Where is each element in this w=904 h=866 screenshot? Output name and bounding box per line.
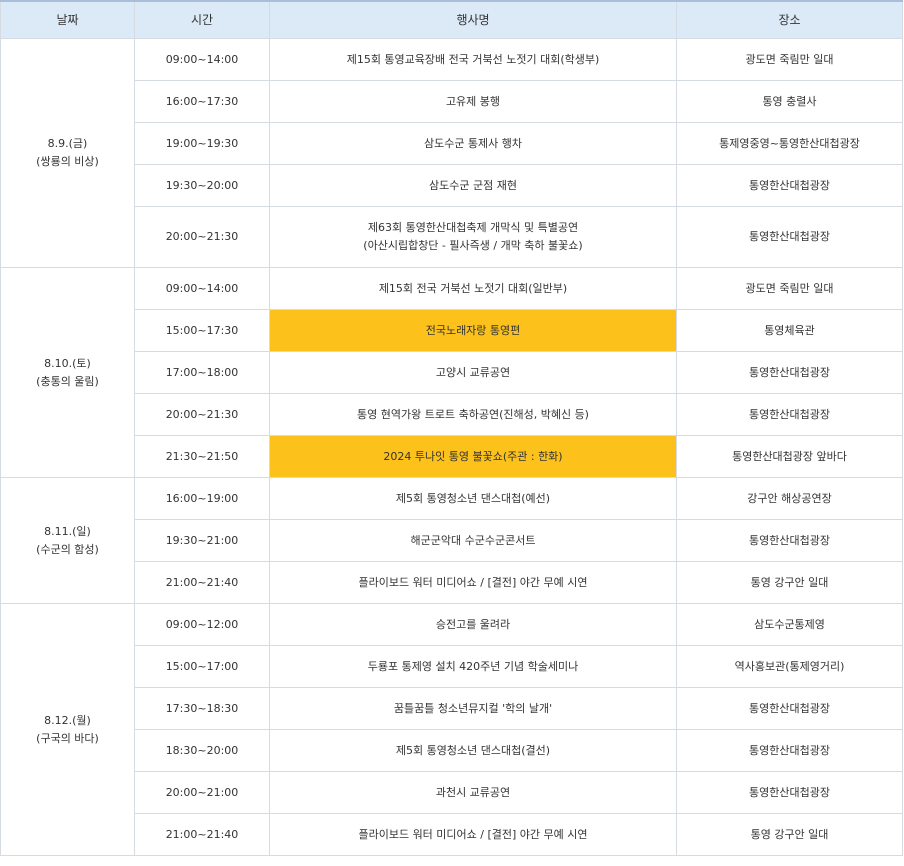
place-cell: 역사홍보관(통제영거리) [676, 645, 903, 688]
table-row: 19:30~21:00 해군군악대 수군수군콘서트 통영한산대첩광장 [1, 519, 903, 562]
event-line-1: 제63회 통영한산대첩축제 개막식 및 특별공연 [367, 221, 579, 234]
date-cell: 8.12.(월) (구국의 바다) [0, 603, 135, 856]
event-cell: 두룡포 통제영 설치 420주년 기념 학술세미나 [269, 645, 677, 688]
event-cell: 고양시 교류공연 [269, 351, 677, 394]
place-cell: 통영한산대첩광장 [676, 687, 903, 730]
time-cell: 19:30~21:00 [134, 519, 270, 562]
date-cell: 8.11.(일) (수군의 함성) [0, 477, 135, 604]
table-row: 20:00~21:00 과천시 교류공연 통영한산대첩광장 [1, 771, 903, 814]
place-cell: 통영 충렬사 [676, 80, 903, 123]
header-time: 시간 [134, 0, 270, 39]
time-cell: 20:00~21:30 [134, 206, 270, 268]
event-cell: 통영 현역가왕 트로트 축하공연(진해성, 박혜신 등) [269, 393, 677, 436]
table-row: 21:30~21:50 2024 투나잇 통영 불꽃쇼(주관 : 한화) 통영한… [1, 435, 903, 478]
table-row: 21:00~21:40 플라이보드 워터 미디어쇼 / [결전] 야간 무예 시… [1, 561, 903, 604]
table-body: 8.9.(금) (쌍룡의 비상) 09:00~14:00 제15회 통영교육장배… [0, 38, 903, 856]
place-cell: 통영 강구안 일대 [676, 813, 903, 856]
time-cell: 09:00~14:00 [134, 267, 270, 310]
table-row: 17:00~18:00 고양시 교류공연 통영한산대첩광장 [1, 351, 903, 394]
time-cell: 09:00~14:00 [134, 38, 270, 81]
time-cell: 16:00~17:30 [134, 80, 270, 123]
date-subtitle: (구국의 바다) [36, 731, 99, 745]
event-cell: 삼도수군 통제사 행차 [269, 122, 677, 165]
date-label: 8.11.(일) [44, 524, 91, 538]
time-cell: 19:00~19:30 [134, 122, 270, 165]
event-cell-highlighted: 2024 투나잇 통영 불꽃쇼(주관 : 한화) [269, 435, 677, 478]
table-row: 15:00~17:30 전국노래자랑 통영편 통영체육관 [1, 309, 903, 352]
date-cell: 8.10.(토) (충통의 울림) [0, 267, 135, 478]
place-cell: 광도면 죽림만 일대 [676, 38, 903, 81]
schedule-table: 날짜 시간 행사명 장소 8.9.(금) (쌍룡의 비상) 09:00~14:0… [0, 0, 903, 856]
place-cell: 통영체육관 [676, 309, 903, 352]
place-cell: 통영한산대첩광장 [676, 206, 903, 268]
event-cell: 제15회 전국 거북선 노젓기 대회(일반부) [269, 267, 677, 310]
table-row: 21:00~21:40 플라이보드 워터 미디어쇼 / [결전] 야간 무예 시… [1, 813, 903, 856]
table-row: 8.9.(금) (쌍룡의 비상) 09:00~14:00 제15회 통영교육장배… [0, 38, 903, 268]
table-row: 8.12.(월) (구국의 바다) 09:00~12:00 승전고를 울려라 삼… [0, 603, 903, 856]
event-cell: 고유제 봉행 [269, 80, 677, 123]
time-cell: 21:00~21:40 [134, 813, 270, 856]
table-row: 8.11.(일) (수군의 함성) 16:00~19:00 제5회 통영청소년 … [0, 477, 903, 604]
place-cell: 삼도수군통제영 [676, 603, 903, 646]
time-cell: 21:30~21:50 [134, 435, 270, 478]
event-cell: 삼도수군 군점 재현 [269, 164, 677, 207]
table-row: 19:30~20:00 삼도수군 군점 재현 통영한산대첩광장 [1, 164, 903, 207]
place-cell: 통영한산대첩광장 [676, 729, 903, 772]
header-place: 장소 [676, 0, 903, 39]
event-cell: 과천시 교류공연 [269, 771, 677, 814]
event-cell: 제5회 통영청소년 댄스대첩(결선) [269, 729, 677, 772]
table-row: 8.10.(토) (충통의 울림) 09:00~14:00 제15회 전국 거북… [0, 267, 903, 478]
table-row: 16:00~17:30 고유제 봉행 통영 충렬사 [1, 80, 903, 123]
time-cell: 18:30~20:00 [134, 729, 270, 772]
table-row: 15:00~17:00 두룡포 통제영 설치 420주년 기념 학술세미나 역사… [1, 645, 903, 688]
table-row: 20:00~21:30 통영 현역가왕 트로트 축하공연(진해성, 박혜신 등)… [1, 393, 903, 436]
event-cell: 해군군악대 수군수군콘서트 [269, 519, 677, 562]
table-row: 20:00~21:30 제63회 통영한산대첩축제 개막식 및 특별공연 (아산… [1, 206, 903, 268]
event-cell: 승전고를 울려라 [269, 603, 677, 646]
place-cell: 강구안 해상공연장 [676, 477, 903, 520]
place-cell: 광도면 죽림만 일대 [676, 267, 903, 310]
table-row: 17:30~18:30 꿈틀꿈틀 청소년뮤지컬 '학의 날개' 통영한산대첩광장 [1, 687, 903, 730]
header-date: 날짜 [0, 0, 135, 39]
table-header: 날짜 시간 행사명 장소 [0, 0, 903, 39]
date-subtitle: (쌍룡의 비상) [36, 155, 99, 168]
date-label: 8.12.(월) [44, 713, 91, 727]
table-row: 18:30~20:00 제5회 통영청소년 댄스대첩(결선) 통영한산대첩광장 [1, 729, 903, 772]
place-cell: 통영한산대첩광장 앞바다 [676, 435, 903, 478]
time-cell: 20:00~21:30 [134, 393, 270, 436]
table-row: 19:00~19:30 삼도수군 통제사 행차 통제영중영~통영한산대첩광장 [1, 122, 903, 165]
place-cell: 통영 강구안 일대 [676, 561, 903, 604]
date-cell: 8.9.(금) (쌍룡의 비상) [0, 38, 135, 268]
event-cell: 플라이보드 워터 미디어쇼 / [결전] 야간 무예 시연 [269, 561, 677, 604]
time-cell: 17:00~18:00 [134, 351, 270, 394]
event-cell: 제15회 통영교육장배 전국 거북선 노젓기 대회(학생부) [269, 38, 677, 81]
date-label: 8.9.(금) [47, 137, 88, 150]
place-cell: 통영한산대첩광장 [676, 771, 903, 814]
event-cell-highlighted: 전국노래자랑 통영편 [269, 309, 677, 352]
place-cell: 통제영중영~통영한산대첩광장 [676, 122, 903, 165]
time-cell: 15:00~17:30 [134, 309, 270, 352]
time-cell: 19:30~20:00 [134, 164, 270, 207]
date-subtitle: (수군의 함성) [36, 542, 99, 556]
time-cell: 20:00~21:00 [134, 771, 270, 814]
event-cell: 제63회 통영한산대첩축제 개막식 및 특별공연 (아산시립합창단 - 필사즉생… [269, 206, 677, 268]
date-subtitle: (충통의 울림) [36, 374, 99, 388]
time-cell: 09:00~12:00 [134, 603, 270, 646]
header-event: 행사명 [269, 0, 677, 39]
event-cell: 꿈틀꿈틀 청소년뮤지컬 '학의 날개' [269, 687, 677, 730]
place-cell: 통영한산대첩광장 [676, 393, 903, 436]
date-label: 8.10.(토) [44, 356, 91, 370]
place-cell: 통영한산대첩광장 [676, 164, 903, 207]
event-line-2: (아산시립합창단 - 필사즉생 / 개막 축하 불꽃쇼) [363, 239, 583, 252]
place-cell: 통영한산대첩광장 [676, 351, 903, 394]
time-cell: 21:00~21:40 [134, 561, 270, 604]
place-cell: 통영한산대첩광장 [676, 519, 903, 562]
event-cell: 제5회 통영청소년 댄스대첩(예선) [269, 477, 677, 520]
time-cell: 16:00~19:00 [134, 477, 270, 520]
time-cell: 15:00~17:00 [134, 645, 270, 688]
time-cell: 17:30~18:30 [134, 687, 270, 730]
header-row: 날짜 시간 행사명 장소 [0, 0, 903, 39]
event-cell: 플라이보드 워터 미디어쇼 / [결전] 야간 무예 시연 [269, 813, 677, 856]
